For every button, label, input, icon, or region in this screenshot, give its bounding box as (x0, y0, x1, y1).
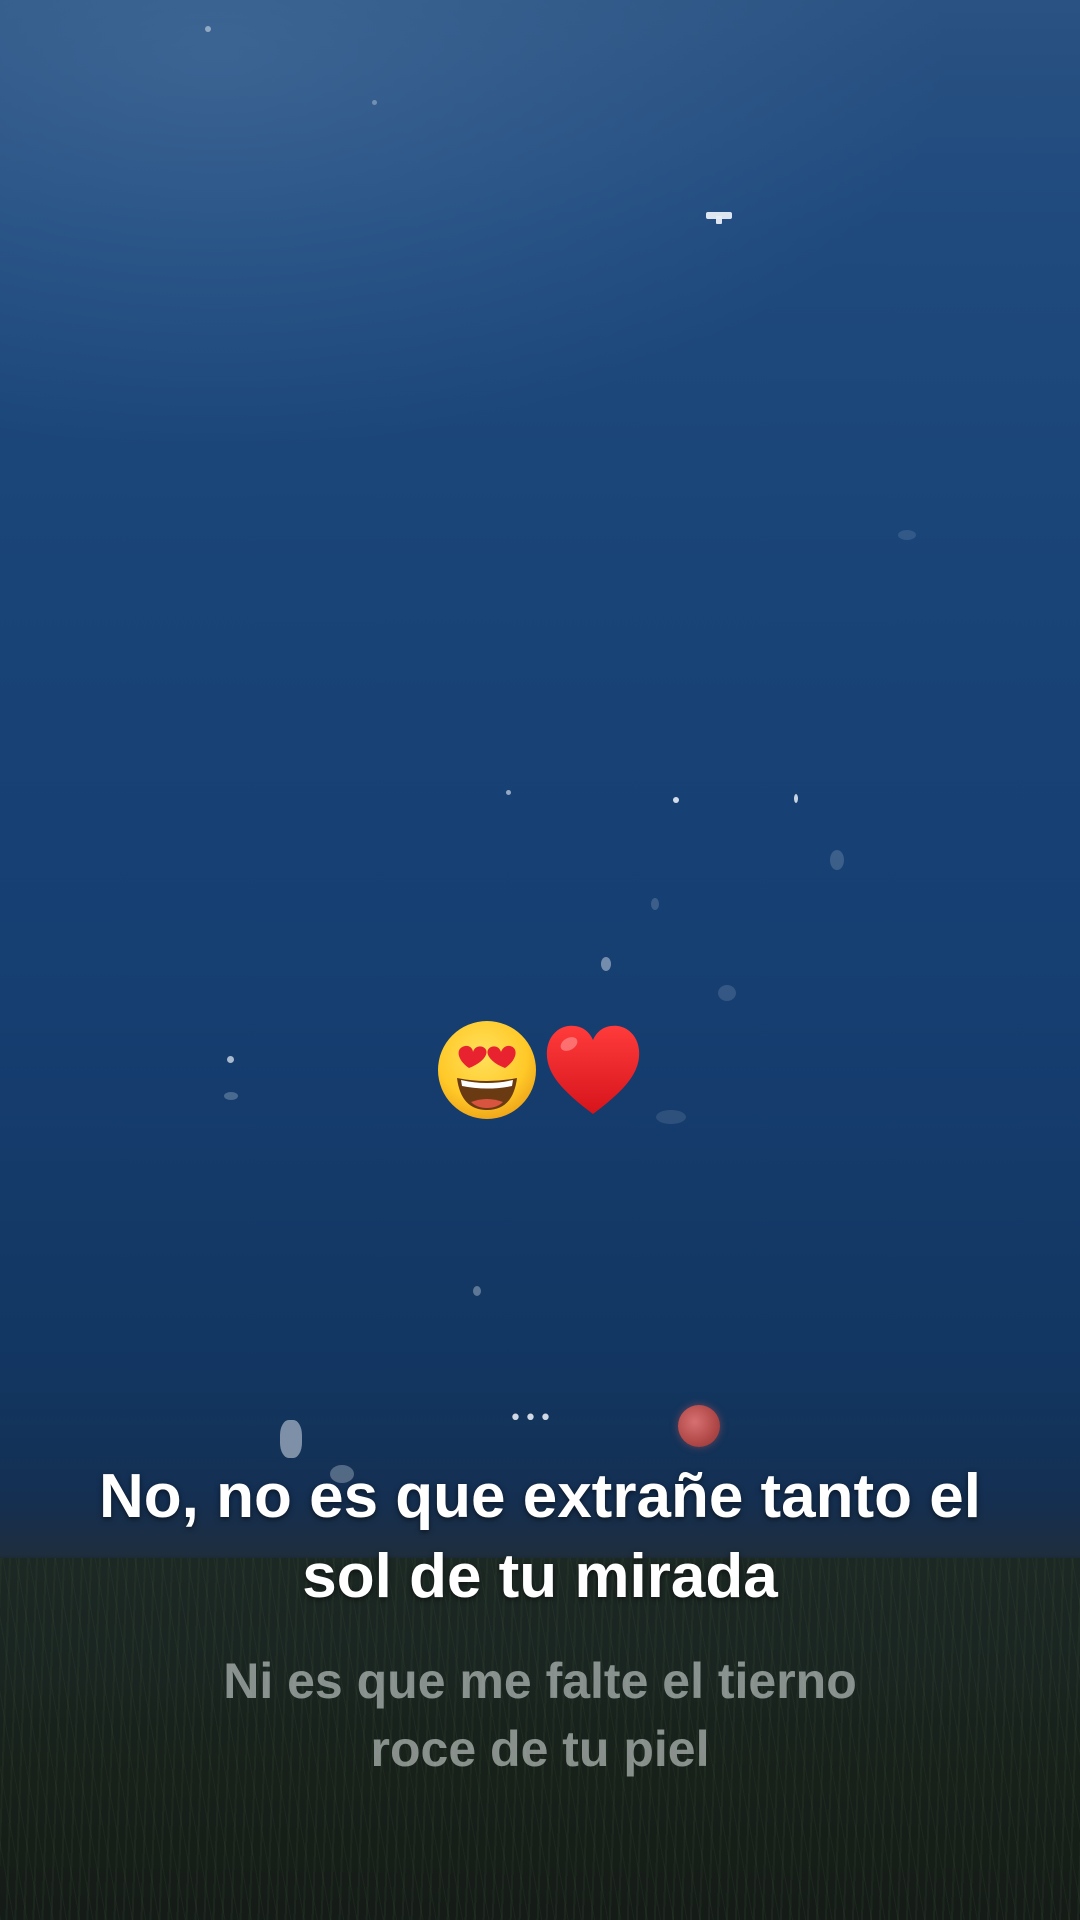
emoji-sticker[interactable] (430, 1015, 650, 1125)
star (794, 794, 798, 803)
current-lyric-line-1: No, no es que extrañe tanto el (99, 1462, 981, 1531)
star (601, 957, 611, 971)
current-lyric: No, no es que extrañe tanto el sol de tu… (40, 1457, 1040, 1617)
more-indicator: ••• (509, 1406, 554, 1431)
red-heart-icon (546, 1025, 640, 1114)
story-canvas[interactable]: ••• No, no es que extrañe tanto el sol d… (0, 0, 1080, 1920)
star (205, 26, 211, 32)
star (473, 1286, 481, 1296)
star (718, 985, 736, 1001)
next-lyric-line-1: Ni es que me falte el tierno (223, 1653, 857, 1709)
star (227, 1056, 234, 1063)
current-lyric-line-2: sol de tu mirada (302, 1542, 778, 1611)
star (224, 1092, 238, 1100)
star (280, 1420, 302, 1458)
star (830, 850, 844, 870)
sky-gradient (0, 0, 1080, 520)
star (673, 797, 679, 803)
heart-eyes-face-icon (438, 1021, 536, 1119)
red-moon (678, 1405, 720, 1447)
next-lyric-line-2: roce de tu piel (370, 1721, 710, 1777)
star (716, 216, 722, 224)
star (506, 790, 511, 795)
star (898, 530, 916, 540)
star (651, 898, 659, 910)
star (656, 1110, 686, 1124)
star (372, 100, 377, 105)
next-lyric: Ni es que me falte el tierno roce de tu … (40, 1647, 1040, 1783)
